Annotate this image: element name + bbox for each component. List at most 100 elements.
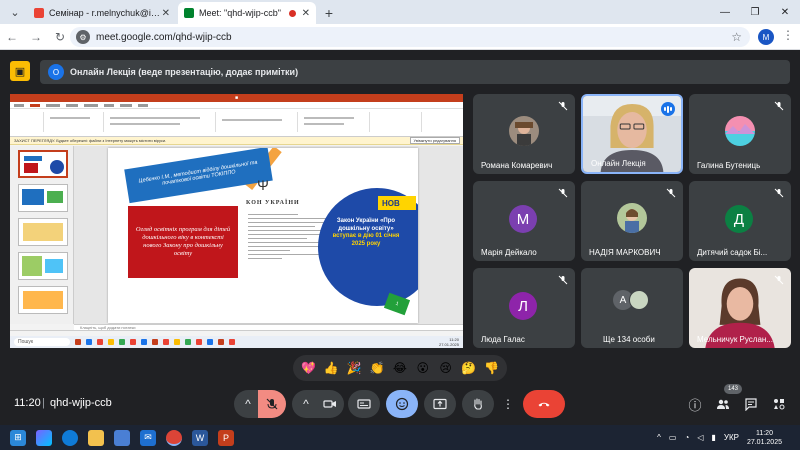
restore-button[interactable]: ❐ (740, 0, 770, 24)
protected-view-bar: ЗАХИСТ ПЕРЕГЛЯДУ. Будьте обережні: файли… (10, 137, 463, 145)
captions-button[interactable] (348, 390, 380, 418)
windows-start-icon[interactable]: ⊞ (10, 429, 26, 446)
ppt-title-bar: ■ (10, 94, 463, 102)
law-title: Закон України «Про дошкільну освіту» (336, 218, 396, 232)
volume-icon[interactable]: ◁ (697, 433, 703, 442)
more-participants-tile[interactable]: А Ще 134 особи (581, 268, 683, 348)
shared-screen: ■ ЗАХИСТ ПЕРЕГЛЯДУ. Будьте обережні: фай… (10, 94, 463, 348)
word-icon[interactable]: W (192, 429, 208, 446)
close-tab-icon[interactable]: ✕ (162, 8, 170, 19)
mail-icon[interactable]: ✉ (140, 429, 156, 446)
file-explorer-icon[interactable] (88, 429, 104, 446)
shared-app-icon (75, 339, 81, 345)
participant-tile[interactable]: Д Дитячий садок Бі... (689, 181, 791, 261)
reaction-surprised[interactable]: 😮 (413, 361, 433, 375)
reactions-bar: 💖 👍 🎉 👏 😂 😮 😢 🤔 👎 (293, 355, 507, 381)
participant-tile[interactable]: Л Люда Галас (473, 268, 575, 348)
law-circle-text: Закон України «Про дошкільну освіту» вст… (326, 218, 406, 248)
input-language[interactable]: УКР (724, 433, 739, 442)
forward-icon[interactable]: → (24, 25, 48, 49)
hang-up-icon (538, 402, 550, 407)
profile-avatar[interactable]: M (758, 29, 774, 45)
ribbon-group (14, 112, 44, 132)
copilot-icon[interactable] (36, 429, 52, 446)
ribbon-line (304, 117, 354, 119)
participant-tile[interactable]: М Марія Дейкало (473, 181, 575, 261)
participant-photo (617, 203, 647, 233)
mic-off-icon (665, 187, 677, 199)
wifi-icon[interactable]: ◔ (684, 433, 689, 442)
participant-tile[interactable]: Мельничук Руслан... (689, 268, 791, 348)
system-tray: ^ ▭ ◔ ◁ ▮ УКР 11:20 27.01.2025 (657, 425, 800, 450)
captions-icon (357, 399, 371, 409)
reaction-laugh[interactable]: 😂 (390, 361, 410, 375)
minimize-button[interactable]: — (710, 0, 740, 24)
more-options-button[interactable]: ⋮ (500, 390, 516, 418)
camera-toggle-button[interactable] (316, 390, 344, 418)
shared-app-icon (130, 339, 136, 345)
ribbon-line (50, 117, 90, 119)
slide-thumb[interactable] (18, 184, 68, 212)
shared-app-icon (141, 339, 147, 345)
reaction-thumbs-down[interactable]: 👎 (481, 361, 501, 375)
browser-tab-bar: ⌄ Семінар - r.melnychuk@ippo.kubg.edu.ua… (0, 0, 800, 24)
participant-tile[interactable]: Галина Бутениць (689, 94, 791, 174)
taskbar-date: 27.01.2025 (746, 438, 782, 446)
reaction-party[interactable]: 🎉 (344, 361, 364, 375)
reaction-thinking[interactable]: 🤔 (459, 361, 479, 375)
shared-app-icon (97, 339, 103, 345)
powerpoint-icon[interactable]: P (218, 429, 234, 446)
back-icon[interactable]: ← (0, 25, 24, 49)
tab-meet[interactable]: Meet: "qhd-wjip-ccb" ✕ (178, 2, 316, 24)
participant-tile[interactable]: НАДІЯ МАРКОВИЧ (581, 181, 683, 261)
reaction-heart[interactable]: 💖 (298, 361, 318, 375)
enable-editing-button[interactable]: Увімкнути редагування (409, 137, 460, 144)
meeting-info-icon[interactable]: ⓘ (684, 393, 706, 415)
tab-search-icon[interactable]: ⌄ (4, 1, 26, 23)
present-button[interactable] (424, 390, 456, 418)
slide-thumb[interactable] (18, 252, 68, 280)
close-tab-icon[interactable]: ✕ (302, 8, 310, 19)
store-icon[interactable] (114, 429, 130, 446)
edge-icon[interactable] (62, 429, 78, 446)
chrome-icon[interactable] (166, 429, 182, 446)
presenter-banner-text: Онлайн Лекція (веде презентацію, додає п… (70, 67, 299, 77)
participant-tile[interactable]: Романа Комаревич (473, 94, 575, 174)
participant-tile[interactable]: Онлайн Лекція (581, 94, 683, 174)
tab-seminar[interactable]: Семінар - r.melnychuk@ippo.kubg.edu.ua ✕ (28, 2, 176, 24)
slide-thumb[interactable] (18, 286, 68, 314)
reaction-sad[interactable]: 😢 (436, 361, 456, 375)
tray-app-icon[interactable]: ▭ (669, 433, 677, 442)
participant-avatar: Л (509, 292, 537, 320)
people-icon[interactable] (712, 393, 734, 415)
reaction-clap[interactable]: 👏 (367, 361, 387, 375)
tray-chevron-icon[interactable]: ^ (657, 433, 661, 442)
bookmark-star-icon[interactable]: ☆ (731, 30, 742, 44)
reload-icon[interactable]: ↻ (48, 25, 72, 49)
new-tab-button[interactable]: + (318, 2, 340, 24)
mic-toggle-button[interactable] (258, 390, 286, 418)
participant-photo (509, 116, 539, 146)
presenter-banner[interactable]: О Онлайн Лекція (веде презентацію, додає… (40, 60, 790, 84)
activities-icon[interactable] (768, 393, 790, 415)
site-info-icon[interactable]: ⚙ (76, 30, 90, 44)
taskbar-clock[interactable]: 11:20 27.01.2025 (747, 429, 782, 447)
leave-call-button[interactable] (523, 390, 565, 418)
reactions-button[interactable] (386, 390, 418, 418)
topic-box: Огляд освітніх програм для дітей дошкіль… (128, 206, 238, 278)
more-menu-icon[interactable]: ⋮ (780, 28, 796, 46)
url-field[interactable]: ⚙ meet.google.com/qhd-wjip-ccb ☆ (70, 27, 750, 47)
mic-off-icon (773, 187, 785, 199)
more-avatars: А (613, 290, 653, 312)
ribbon-group (46, 112, 104, 132)
raise-hand-button[interactable] (462, 390, 494, 418)
chat-icon[interactable] (740, 393, 762, 415)
close-window-button[interactable]: ✕ (770, 0, 800, 24)
participant-photo (629, 290, 649, 310)
reaction-thumbs-up[interactable]: 👍 (321, 361, 341, 375)
slide-thumb[interactable] (18, 218, 68, 246)
tab-title: Семінар - r.melnychuk@ippo.kubg.edu.ua (49, 8, 162, 18)
window-controls: — ❐ ✕ (710, 0, 800, 24)
slide-thumb[interactable] (18, 150, 68, 178)
battery-icon[interactable]: ▮ (711, 433, 715, 442)
